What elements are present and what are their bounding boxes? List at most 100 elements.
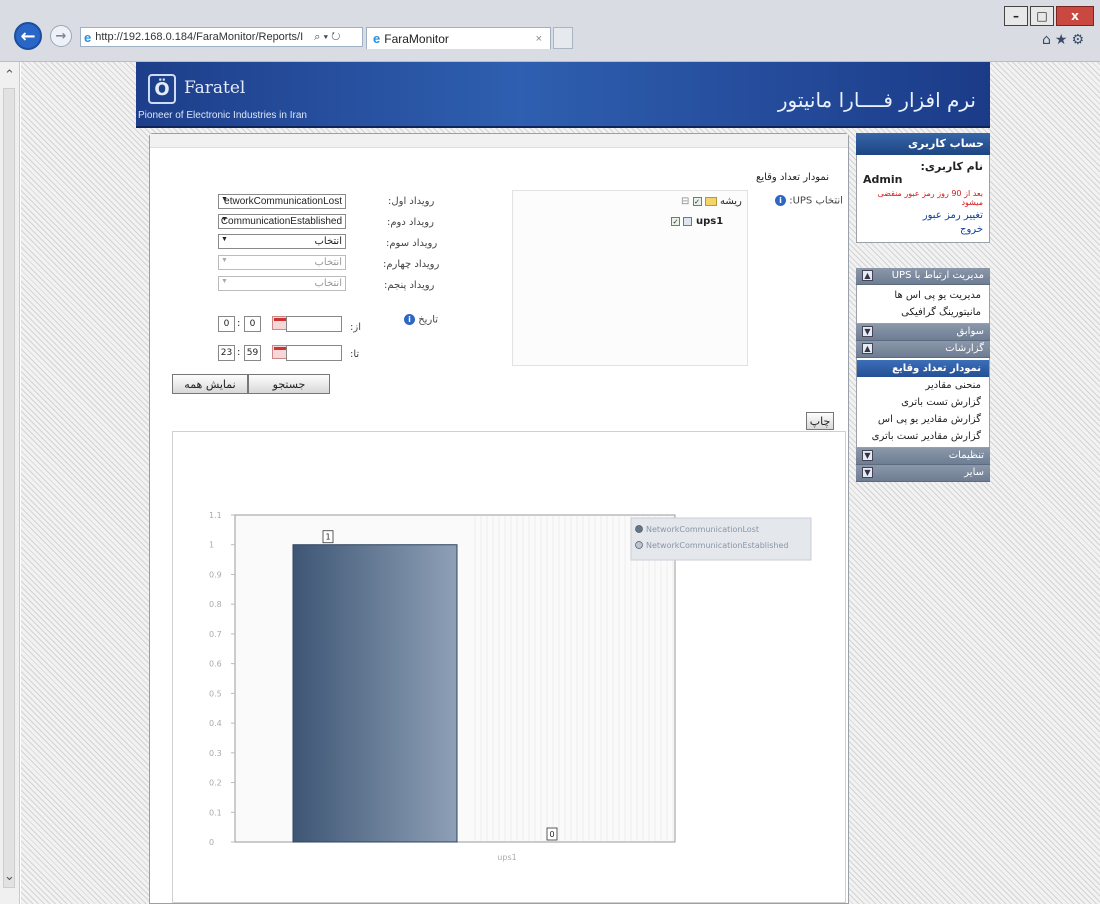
expand-icon[interactable]: ▼ xyxy=(862,326,873,337)
menu-other-label: سایر xyxy=(964,467,984,478)
close-window-button[interactable]: x xyxy=(1056,6,1094,26)
minimize-button[interactable]: – xyxy=(1004,6,1028,26)
event5-select[interactable]: ▼ انتخاب xyxy=(218,276,346,291)
menu-history[interactable]: سوابق ▼ xyxy=(856,324,990,341)
tree-root-checkbox[interactable]: ✓ xyxy=(692,196,702,206)
menu-settings[interactable]: تنظیمات ▼ xyxy=(856,448,990,465)
username: Admin xyxy=(863,173,903,186)
menu-item-value-curve[interactable]: منحنی مقادیر xyxy=(857,377,989,394)
info-icon: i xyxy=(775,195,786,206)
bar-NetworkCommunicationLost xyxy=(292,544,458,843)
event1-select[interactable]: ▼ etworkCommunicationLost xyxy=(218,194,346,209)
from-hour-input[interactable]: 0 xyxy=(218,316,235,332)
menu-item-battery-test-values-report[interactable]: گزارش مقادیر تست باتری xyxy=(857,428,989,445)
arrow-left-icon: ← xyxy=(20,25,36,47)
menu-item-battery-test-report[interactable]: گزارش تست باتری xyxy=(857,394,989,411)
menu-settings-label: تنظیمات xyxy=(948,450,984,461)
tree-child-checkbox[interactable]: ✓ xyxy=(671,216,680,226)
menu-ups-management[interactable]: مدیریت ارتباط با UPS ▲ xyxy=(856,268,990,285)
username-label: نام کاربری: xyxy=(920,160,983,173)
tree-child[interactable]: ups1 ✓ xyxy=(671,216,723,227)
print-button[interactable]: چاپ xyxy=(806,412,834,430)
tree-root[interactable]: ریشه ✓ ⊟ xyxy=(681,196,742,207)
logout-link[interactable]: خروج xyxy=(863,224,983,235)
y-tick-label: 0.7 xyxy=(209,630,222,639)
menu-item-graphic-monitoring[interactable]: مانیتورینگ گرافیکی xyxy=(857,304,989,321)
menu-item-ups-management[interactable]: مدیریت یو پی اس ها xyxy=(857,287,989,304)
event3-label: رویداد سوم: xyxy=(386,238,438,249)
folder-icon xyxy=(704,196,717,206)
event2-select[interactable]: ▼ CommunicationEstablished xyxy=(218,214,346,229)
tree-root-label: ریشه xyxy=(719,196,742,207)
account-header: حساب کاربری xyxy=(856,133,990,155)
event4-value: انتخاب xyxy=(314,257,343,268)
new-tab-button[interactable] xyxy=(553,27,573,49)
dropdown-arrow-icon: ▼ xyxy=(221,278,228,285)
menu-other[interactable]: سایر ▼ xyxy=(856,465,990,482)
expand-icon[interactable]: ▼ xyxy=(862,450,873,461)
collapse-icon[interactable]: ▲ xyxy=(862,270,873,281)
menu-ups-management-label: مدیریت ارتباط با UPS xyxy=(891,270,984,281)
tree-collapse-icon[interactable]: ⊟ xyxy=(681,196,689,207)
date-label: تاریخ i xyxy=(404,314,438,326)
address-text[interactable]: http://192.168.0.184/FaraMonitor/Reports… xyxy=(95,31,310,43)
event2-label: رویداد دوم: xyxy=(387,217,434,228)
y-tick-label: 0 xyxy=(209,838,214,847)
show-all-button[interactable]: نمایش همه xyxy=(172,374,248,394)
scroll-thumb[interactable] xyxy=(3,88,15,888)
to-minute-input[interactable]: 59 xyxy=(244,345,261,361)
to-label: تا: xyxy=(350,349,360,360)
to-date-input[interactable] xyxy=(286,345,342,361)
menu-history-label: سوابق xyxy=(956,326,984,337)
events-chart: 1.1 1 0.9 0.8 0.7 0.6 0.5 0.4 0.3 0.2 0.1 0 1 0 ups1 Ne… xyxy=(209,511,812,862)
menu-reports[interactable]: گزارشات ▲ xyxy=(856,341,990,358)
back-button[interactable]: ← xyxy=(14,22,42,50)
arrow-right-icon: → xyxy=(55,28,67,44)
menu-item-event-count-chart[interactable]: نمودار تعداد وقایع xyxy=(857,360,989,377)
ups-select-label-text: انتخاب UPS: xyxy=(789,195,843,207)
expand-icon[interactable]: ▼ xyxy=(862,467,873,478)
legend-label: NetworkCommunicationEstablished xyxy=(646,541,788,550)
y-tick-label: 0.6 xyxy=(209,660,222,669)
dropdown-arrow-icon: ▼ xyxy=(221,236,228,243)
window-controls: – □ x xyxy=(1004,6,1094,26)
tab-close-icon[interactable]: × xyxy=(536,33,542,45)
event4-select[interactable]: ▼ انتخاب xyxy=(218,255,346,270)
y-tick-label: 0.8 xyxy=(209,600,222,609)
y-tick-label: 1.1 xyxy=(209,511,222,520)
event1-value: etworkCommunicationLost xyxy=(224,196,342,207)
browser-tab[interactable]: e FaraMonitor × xyxy=(366,27,551,49)
menu-ups-management-body: مدیریت یو پی اس ها مانیتورینگ گرافیکی xyxy=(856,285,990,324)
menu-item-ups-values-report[interactable]: گزارش مقادیر یو پی اس xyxy=(857,411,989,428)
scroll-up-icon[interactable]: ⌃ xyxy=(4,68,15,83)
from-minute-input[interactable]: 0 xyxy=(244,316,261,332)
account-panel: نام کاربری: Admin بعد از 90 روز رمز عبور… xyxy=(856,155,990,243)
y-tick-label: 0.2 xyxy=(209,779,222,788)
search-button[interactable]: جستجو xyxy=(248,374,330,394)
tab-title: FaraMonitor xyxy=(384,31,449,46)
address-tools-icon[interactable]: ⌕ ▾ ↻ xyxy=(314,31,340,44)
from-date-input[interactable] xyxy=(286,316,342,332)
y-tick-label: 0.9 xyxy=(209,570,222,579)
vertical-scrollbar[interactable]: ⌃ ⌄ xyxy=(0,62,20,904)
menu-reports-label: گزارشات xyxy=(945,343,984,354)
address-bar[interactable]: e http://192.168.0.184/FaraMonitor/Repor… xyxy=(80,27,363,47)
to-hour-input[interactable]: 23 xyxy=(218,345,235,361)
forward-button[interactable]: → xyxy=(50,25,72,47)
event1-label: رویداد اول: xyxy=(388,196,435,207)
event2-value: CommunicationEstablished xyxy=(220,216,342,227)
maximize-button[interactable]: □ xyxy=(1030,6,1054,26)
y-tick-label: 1 xyxy=(209,541,214,550)
chart-panel: 1.1 1 0.9 0.8 0.7 0.6 0.5 0.4 0.3 0.2 0.1 0 1 0 ups1 Ne… xyxy=(172,431,846,903)
site-banner: Ö Faratel Pioneer of Electronic Industri… xyxy=(136,62,990,128)
change-password-link[interactable]: تغییر رمز عبور xyxy=(863,210,983,221)
event4-label: رویداد چهارم: xyxy=(383,259,440,270)
y-tick-label: 0.5 xyxy=(209,689,222,698)
event3-select[interactable]: ▼ انتخاب xyxy=(218,234,346,249)
scroll-down-icon[interactable]: ⌄ xyxy=(4,869,15,884)
browser-tools-icons[interactable]: ⌂★⚙ xyxy=(1042,32,1088,48)
collapse-icon[interactable]: ▲ xyxy=(862,343,873,354)
date-label-text: تاریخ xyxy=(418,314,439,326)
time-separator: : xyxy=(237,347,241,358)
